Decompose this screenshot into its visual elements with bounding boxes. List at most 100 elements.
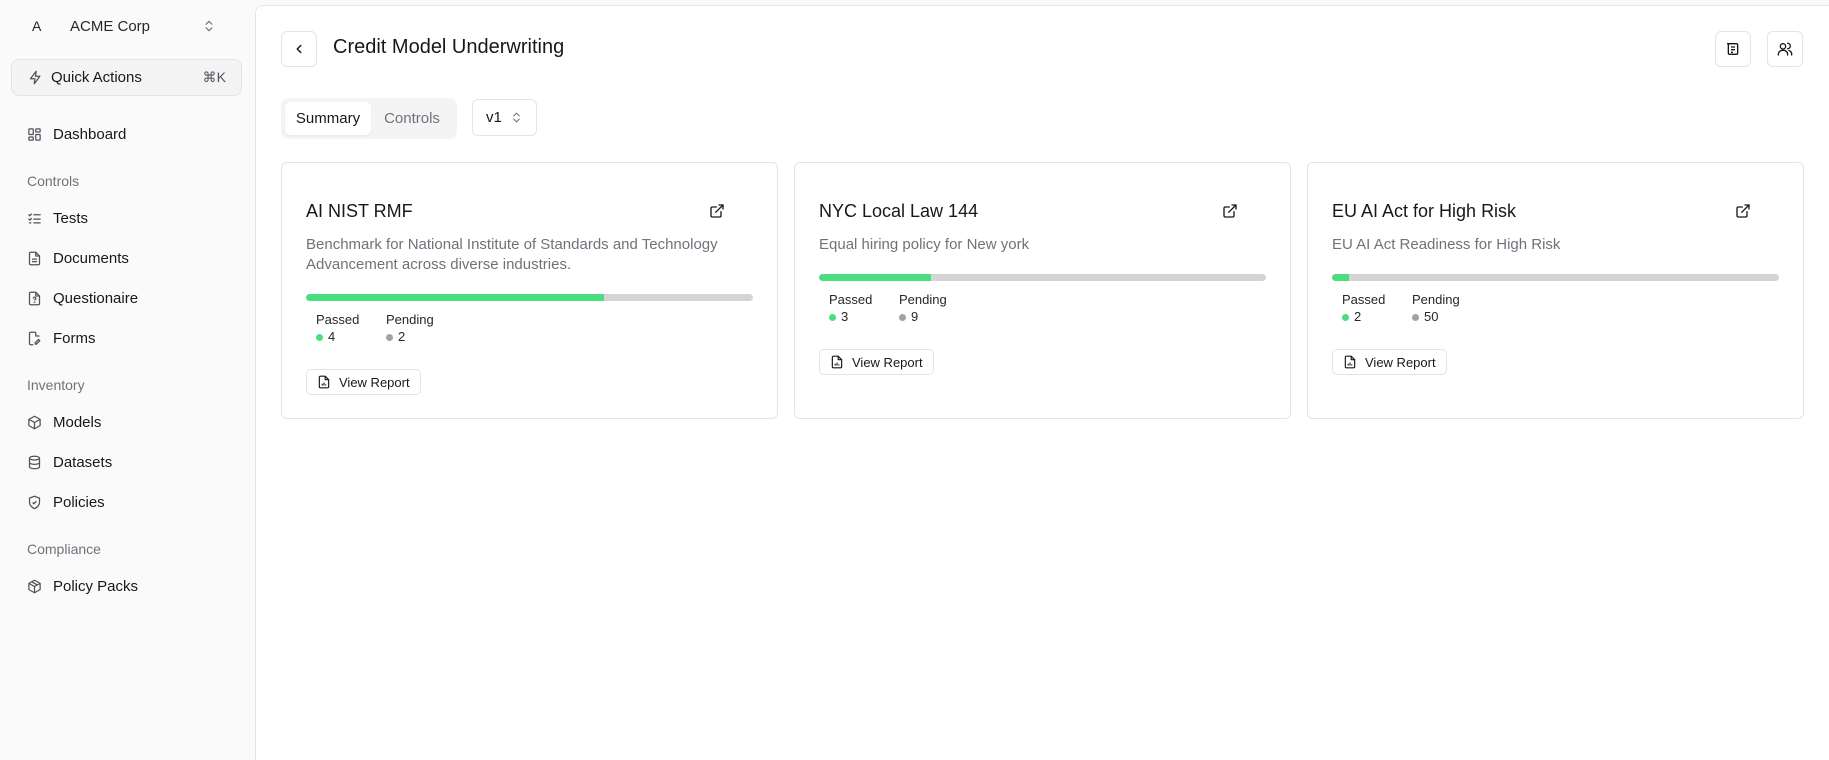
chevron-left-icon [296,44,302,54]
progress-bar [1332,274,1779,281]
view-report-button[interactable]: View Report [306,369,421,395]
chevron-up-down-icon [513,112,520,123]
quick-actions-label: Quick Actions [51,69,142,86]
dashboard-icon [28,127,41,141]
sidebar-item-label: Forms [53,329,96,347]
card-title: EU AI Act for High Risk [1332,201,1517,221]
version-select[interactable]: v1 [472,99,537,136]
quick-actions-shortcut: ⌘K [202,69,226,85]
pending-stat: Pending 9 [899,292,947,325]
sidebar-item-label: Documents [53,249,129,267]
document-icon [28,251,41,265]
users-icon [1777,42,1793,56]
pending-dot [386,333,393,341]
pending-dot [1412,313,1419,321]
shield-check-icon [28,495,41,509]
passed-stat: Passed 2 [1342,292,1385,325]
card-description: Equal hiring policy for New york [819,236,1030,253]
policy-card: NYC Local Law 144 Equal hiring policy fo… [794,162,1291,419]
sidebar-item-policy-packs[interactable]: Policy Packs [27,575,138,597]
progress-bar [306,294,753,301]
external-link-icon[interactable] [709,203,725,219]
pending-label: Pending [1412,292,1460,307]
pending-label: Pending [386,312,434,327]
sidebar-item-tests[interactable]: Tests [27,207,88,229]
external-link-icon[interactable] [1735,203,1751,219]
sidebar-item-label: Tests [53,209,89,227]
sidebar-item-label: Models [53,413,102,431]
scroll-text-icon [1727,43,1739,55]
checklist-icon [28,213,41,223]
pending-label: Pending [899,292,947,307]
progress-fill [819,274,931,281]
users-button[interactable] [1767,31,1803,67]
sidebar-item-datasets[interactable]: Datasets [27,451,112,473]
sidebar-item-questionnaire[interactable]: Questionaire [27,287,138,309]
external-link-icon[interactable] [1222,203,1238,219]
view-report-label: View Report [339,374,410,390]
progress-fill [306,294,605,301]
database-icon [28,455,41,469]
back-button[interactable] [281,31,317,67]
view-report-label: View Report [1365,354,1436,370]
sidebar-item-label: Datasets [53,453,113,471]
org-switcher[interactable]: A ACME Corp [11,12,229,40]
passed-label: Passed [316,312,360,327]
pending-count: 9 [911,309,919,324]
pending-count: 50 [1424,309,1439,324]
lightning-icon [29,70,41,85]
card-title: NYC Local Law 144 [819,201,979,221]
sidebar-item-label: Questionaire [53,289,139,307]
passed-count: 4 [328,329,336,344]
view-report-label: View Report [852,354,923,370]
package-icon [28,579,41,593]
section-controls: Controls [27,173,80,189]
passed-label: Passed [829,292,873,307]
policy-card: EU AI Act for High Risk EU AI Act Readin… [1307,162,1804,419]
main-panel: Credit Model Underwriting Summary Contro… [255,5,1829,760]
policy-card: AI NIST RMF Benchmark for National Insti… [281,162,778,419]
cube-icon [28,415,41,429]
quick-actions-button[interactable]: Quick Actions ⌘K [11,59,242,96]
sidebar-item-dashboard[interactable]: Dashboard [27,123,126,145]
history-button[interactable] [1715,31,1751,67]
passed-dot [1342,313,1349,321]
progress-bar [819,274,1266,281]
card-description: Benchmark for National Institute of Stan… [306,236,718,273]
progress-fill [1332,274,1349,281]
passed-dot [316,333,323,341]
card-description: EU AI Act Readiness for High Risk [1332,236,1561,253]
pending-stat: Pending 2 [386,312,434,345]
view-report-button[interactable]: View Report [1332,349,1447,375]
file-chart-icon [1344,355,1356,369]
sidebar-item-policies[interactable]: Policies [27,491,105,513]
org-name: ACME Corp [70,17,151,35]
file-question-icon [28,291,41,305]
chevron-up-down-icon [205,20,213,32]
passed-stat: Passed 4 [316,312,359,345]
passed-count: 3 [841,309,849,324]
version-value: v1 [486,109,502,126]
view-report-button[interactable]: View Report [819,349,934,375]
file-edit-icon [28,331,41,345]
passed-label: Passed [1342,292,1386,307]
view-tabs: Summary Controls [281,98,457,139]
passed-dot [829,313,836,321]
sidebar: A ACME Corp Quick Actions ⌘K Dashboard C… [0,0,255,760]
page-title: Credit Model Underwriting [333,36,565,58]
pending-stat: Pending 50 [1412,292,1460,325]
passed-stat: Passed 3 [829,292,872,325]
pending-count: 2 [398,329,406,344]
sidebar-item-documents[interactable]: Documents [27,247,129,269]
pending-dot [899,313,906,321]
sidebar-item-forms[interactable]: Forms [27,327,96,349]
sidebar-item-label: Dashboard [53,125,127,143]
tab-controls[interactable]: Controls [371,102,453,135]
sidebar-item-models[interactable]: Models [27,411,101,433]
passed-count: 2 [1354,309,1362,324]
card-title: AI NIST RMF [306,201,413,221]
org-avatar: A [32,18,42,34]
tab-summary[interactable]: Summary [285,102,371,135]
section-inventory: Inventory [27,377,85,393]
sidebar-item-label: Policies [53,493,105,511]
